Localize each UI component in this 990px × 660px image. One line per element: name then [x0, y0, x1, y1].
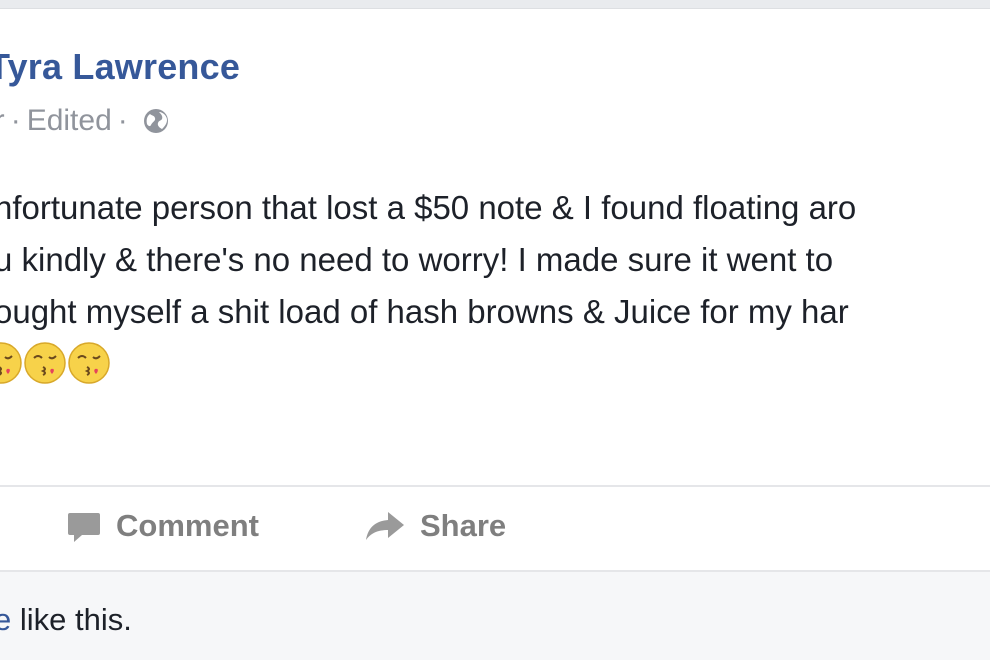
likes-names-link[interactable]: e [0, 602, 11, 637]
emoji-row [0, 340, 110, 386]
meta-separator: · [10, 104, 21, 137]
kissing-face-emoji-icon [24, 342, 66, 384]
likes-footer: e like this. [0, 570, 990, 660]
kissing-face-emoji-icon [68, 342, 110, 384]
share-arrow-icon [366, 512, 404, 540]
globe-icon[interactable] [142, 107, 170, 135]
comment-icon [68, 513, 100, 542]
author-name-link[interactable]: Tyra Lawrence [0, 46, 240, 88]
post-line-3: ought myself a shit load of hash browns … [0, 293, 849, 330]
likes-suffix: like this. [11, 602, 132, 637]
comment-label: Comment [116, 508, 259, 543]
post-actions-bar: Comment Share [0, 488, 990, 568]
post-body: nfortunate person that lost a $50 note &… [0, 182, 856, 338]
meta-separator: · [117, 104, 128, 137]
kissing-face-emoji-icon [0, 342, 22, 384]
actions-divider [0, 485, 990, 487]
edited-label[interactable]: Edited [27, 104, 112, 138]
comment-button[interactable]: Comment [66, 508, 259, 544]
post-time[interactable]: hr [0, 104, 5, 138]
page: Tyra Lawrence hr · Edited · nfortunate p… [0, 0, 990, 660]
post-meta: hr · Edited · [0, 104, 170, 138]
post-line-2: u kindly & there's no need to worry! I m… [0, 241, 834, 278]
share-label: Share [420, 508, 507, 543]
post-line-1: nfortunate person that lost a $50 note &… [0, 189, 857, 226]
share-button[interactable]: Share [364, 508, 506, 544]
likes-summary: e like this. [0, 602, 132, 638]
top-strip [0, 0, 990, 8]
